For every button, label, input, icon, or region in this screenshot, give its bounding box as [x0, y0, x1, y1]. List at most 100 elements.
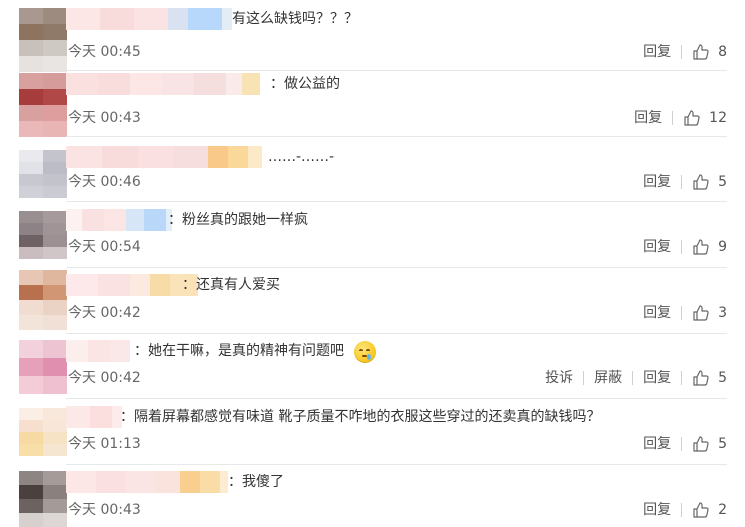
avatar[interactable]	[19, 471, 67, 527]
divider	[681, 371, 683, 385]
avatar[interactable]	[19, 73, 67, 137]
reply-button[interactable]: 回复	[643, 172, 671, 192]
like-button[interactable]: 2	[692, 500, 727, 520]
avatar[interactable]	[19, 150, 67, 198]
like-count: 5	[718, 370, 727, 386]
username[interactable]	[66, 209, 172, 231]
timestamp: 今天 00:42	[68, 305, 141, 321]
like-count: 2	[718, 502, 727, 518]
divider	[681, 240, 683, 254]
timestamp: 今天 00:46	[68, 174, 141, 190]
thumbs-up-icon	[684, 110, 700, 126]
divider	[66, 201, 727, 202]
comment-meta: 今天 00:42 投诉 屏蔽 回复 5	[68, 368, 727, 388]
like-count: 9	[718, 239, 727, 255]
reply-button[interactable]: 回复	[634, 108, 662, 128]
divider	[66, 267, 727, 268]
sweat-smile-emoji-icon	[354, 341, 376, 363]
comment-meta: 今天 00:54 回复 9	[68, 237, 727, 257]
divider	[672, 111, 674, 125]
divider	[66, 136, 727, 137]
divider	[681, 175, 683, 189]
reply-button[interactable]: 回复	[643, 237, 671, 257]
avatar[interactable]	[19, 270, 67, 330]
timestamp: 今天 00:43	[68, 502, 141, 518]
comment-text: ：我傻了	[228, 474, 284, 490]
comment-item: ：做公益的 今天 00:43 回复 12	[0, 73, 745, 137]
divider	[66, 70, 727, 71]
username[interactable]	[66, 340, 130, 362]
like-count: 3	[718, 305, 727, 321]
comment-meta: 今天 00:43 回复 2	[68, 500, 727, 520]
reply-button[interactable]: 回复	[643, 303, 671, 323]
divider	[66, 464, 727, 465]
timestamp: 今天 00:42	[68, 370, 141, 386]
timestamp: 今天 00:45	[68, 44, 141, 60]
comment-text: ：粉丝真的跟她一样疯	[168, 212, 308, 228]
comment-meta: 今天 00:43 回复 12	[68, 108, 727, 128]
comment-item: ：还真有人爱买 今天 00:42 回复 3	[0, 270, 745, 332]
like-button[interactable]: 5	[692, 434, 727, 454]
thumbs-up-icon	[693, 305, 709, 321]
comment-item: ：隔着屏幕都感觉有味道 靴子质量不咋地的衣服这些穿过的还卖真的缺钱吗？ 今天 0…	[0, 406, 745, 464]
comment-item: ：她在干嘛，是真的精神有问题吧 今天 00:42 投诉 屏蔽 回复 5	[0, 340, 745, 398]
reply-button[interactable]: 回复	[643, 368, 671, 388]
avatar[interactable]	[19, 408, 67, 456]
comment-text: ：还真有人爱买	[182, 277, 280, 293]
reply-button[interactable]: 回复	[643, 434, 671, 454]
username[interactable]	[66, 8, 232, 30]
divider	[681, 503, 683, 517]
avatar[interactable]	[19, 211, 67, 259]
comment-meta: 今天 00:42 回复 3	[68, 303, 727, 323]
divider	[681, 45, 683, 59]
comment-meta: 今天 00:46 回复 5	[68, 172, 727, 192]
thumbs-up-icon	[693, 502, 709, 518]
thumbs-up-icon	[693, 174, 709, 190]
like-count: 5	[718, 174, 727, 190]
block-button[interactable]: 屏蔽	[594, 368, 622, 388]
comment-meta: 今天 01:13 回复 5	[68, 434, 727, 454]
thumbs-up-icon	[693, 436, 709, 452]
thumbs-up-icon	[693, 370, 709, 386]
comment-text: 有这么缺钱吗？？？	[232, 11, 358, 27]
comment-item: ：粉丝真的跟她一样疯 今天 00:54 回复 9	[0, 209, 745, 267]
divider	[583, 371, 585, 385]
comment-meta: 今天 00:45 回复 8	[68, 42, 727, 62]
divider	[681, 437, 683, 451]
username[interactable]	[66, 73, 260, 95]
comment-text: ：她在干嘛，是真的精神有问题吧	[134, 343, 344, 359]
username[interactable]	[66, 274, 198, 296]
username[interactable]	[66, 471, 228, 493]
like-button[interactable]: 5	[692, 368, 727, 388]
like-button[interactable]: 12	[683, 108, 727, 128]
comment-item: 有这么缺钱吗？？？ 今天 00:45 回复 8	[0, 8, 745, 72]
username[interactable]	[66, 146, 262, 168]
like-button[interactable]: 9	[692, 237, 727, 257]
like-button[interactable]: 3	[692, 303, 727, 323]
username[interactable]	[66, 406, 122, 428]
timestamp: 今天 00:43	[68, 110, 141, 126]
like-button[interactable]: 8	[692, 42, 727, 62]
comment-item: ……-……- 今天 00:46 回复 5	[0, 146, 745, 200]
divider	[66, 333, 727, 334]
comment-text: ……-……-	[268, 149, 335, 165]
thumbs-up-icon	[693, 44, 709, 60]
reply-button[interactable]: 回复	[643, 500, 671, 520]
comment-text: ：做公益的	[270, 76, 340, 92]
like-count: 5	[718, 436, 727, 452]
comment-text: ：隔着屏幕都感觉有味道 靴子质量不咋地的衣服这些穿过的还卖真的缺钱吗？	[120, 409, 601, 425]
timestamp: 今天 01:13	[68, 436, 141, 452]
reply-button[interactable]: 回复	[643, 42, 671, 62]
divider	[681, 306, 683, 320]
comment-item: ：我傻了 今天 00:43 回复 2	[0, 471, 745, 527]
divider	[66, 398, 727, 399]
report-button[interactable]: 投诉	[545, 368, 573, 388]
like-count: 12	[709, 110, 727, 126]
thumbs-up-icon	[693, 239, 709, 255]
like-count: 8	[718, 44, 727, 60]
avatar[interactable]	[19, 340, 67, 394]
divider	[632, 371, 634, 385]
like-button[interactable]: 5	[692, 172, 727, 192]
avatar[interactable]	[19, 8, 67, 72]
timestamp: 今天 00:54	[68, 239, 141, 255]
